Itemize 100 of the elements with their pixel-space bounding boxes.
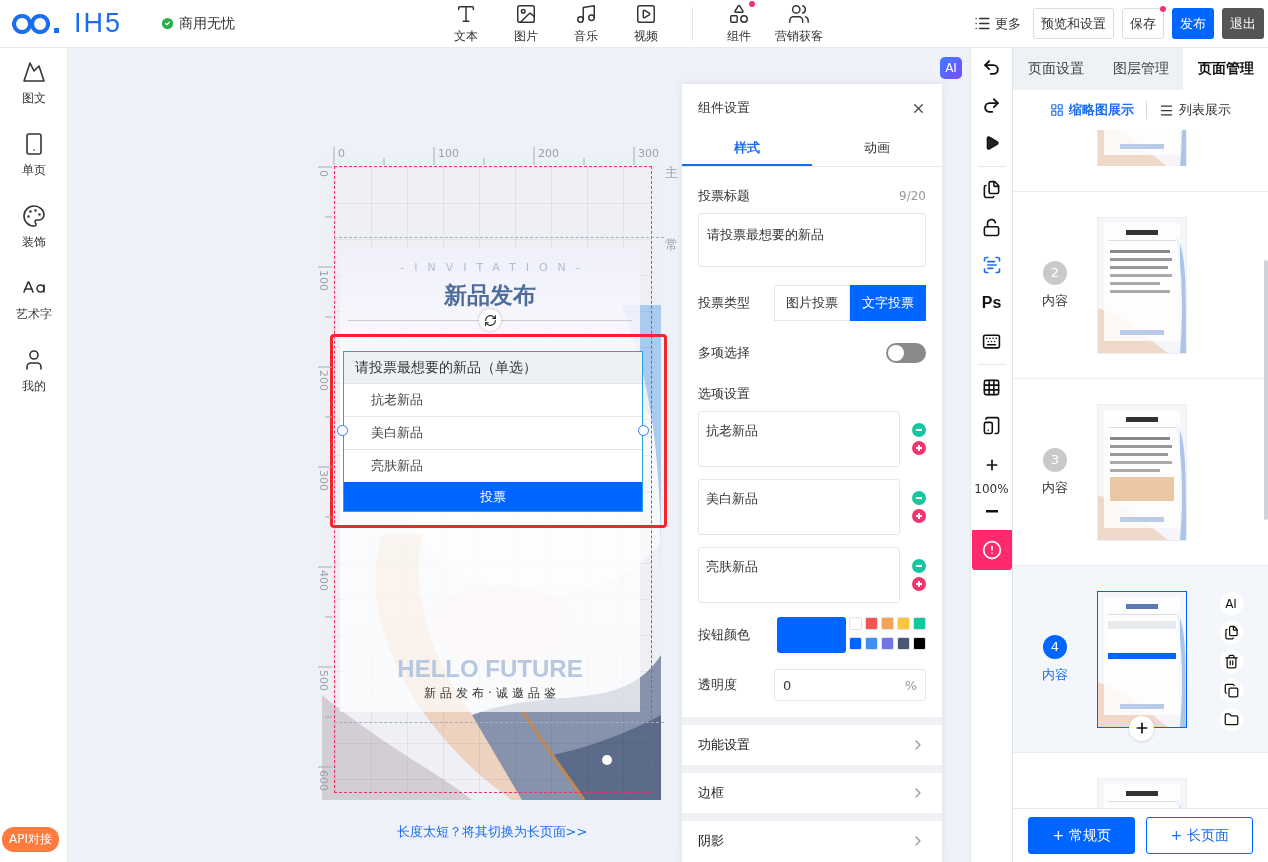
ps-button[interactable]: Ps (970, 284, 1013, 322)
scan-icon (981, 255, 1002, 275)
color-swatch[interactable] (897, 617, 910, 630)
ruler-label: 500 (318, 670, 329, 691)
remove-option-icon[interactable] (912, 423, 926, 437)
add-page-button[interactable]: + 常规页 (1028, 817, 1135, 854)
toolbar-tool[interactable]: 文本 (436, 2, 496, 45)
panel-tab[interactable]: 页面设置 (1013, 48, 1098, 90)
eyebrow-text: -INVITATION- (399, 261, 590, 274)
add-page-button[interactable]: + 长页面 (1146, 817, 1253, 854)
option-field[interactable]: 亮肤新品 (698, 547, 900, 603)
vote-button[interactable]: 投票 (344, 482, 642, 511)
sidebar-item[interactable]: 装饰 (21, 204, 46, 276)
copy-button[interactable] (1219, 621, 1243, 644)
vote-question: 请投票最想要的新品（单选） (344, 352, 642, 383)
field-label: 投票标题 (698, 187, 750, 205)
color-swatch[interactable] (913, 617, 926, 630)
vote-type-option[interactable]: 文字投票 (850, 285, 926, 321)
header-button[interactable]: 发布 (1172, 8, 1214, 39)
ruler-label: 300 (318, 470, 329, 491)
multi-select-toggle[interactable] (886, 343, 926, 363)
ruler-label: 300 (638, 148, 659, 159)
sidebar-item[interactable]: 图文 (21, 60, 46, 132)
ai-button[interactable]: AI (940, 57, 962, 79)
palette-icon (21, 204, 46, 228)
toolbar-tool[interactable]: 营销获客 (769, 2, 829, 45)
color-swatch[interactable] (881, 637, 894, 650)
add-option-icon[interactable] (912, 577, 926, 591)
color-swatch[interactable] (881, 617, 894, 630)
panel-tab[interactable]: 图层管理 (1098, 48, 1183, 90)
resize-handle[interactable] (337, 425, 348, 436)
alert-button[interactable] (971, 530, 1012, 570)
header-button[interactable]: 保存 (1122, 8, 1164, 39)
add-option-icon[interactable] (912, 441, 926, 455)
toolbar-tool[interactable]: 视频 (616, 2, 676, 45)
view-toggle[interactable]: 列表展示 (1159, 101, 1231, 119)
tablet-icon (982, 415, 1001, 435)
ruler-label: 0 (338, 148, 345, 159)
trash-icon (1223, 654, 1239, 669)
panel-tab[interactable]: 页面管理 (1183, 48, 1268, 90)
sidebar-item[interactable]: 我的 (21, 348, 46, 420)
undo-icon (982, 57, 1001, 77)
page-number: 4 (1043, 634, 1067, 659)
color-swatch[interactable] (913, 637, 926, 650)
color-swatch[interactable] (865, 617, 878, 630)
color-swatch[interactable] (849, 617, 862, 630)
minus-icon (985, 509, 998, 513)
duplicate-button[interactable] (1219, 679, 1243, 702)
alert-icon (981, 540, 1002, 560)
color-swatch[interactable] (849, 637, 862, 650)
option-field[interactable]: 抗老新品 (698, 411, 900, 467)
grid-icon (1050, 103, 1064, 117)
vote-type-option[interactable]: 图片投票 (774, 285, 850, 321)
field-label: 选项设置 (698, 385, 751, 403)
ruler-label: 400 (318, 570, 329, 591)
field-label: 投票类型 (698, 294, 750, 312)
view-toggle[interactable]: 缩略图展示 (1050, 101, 1134, 119)
rotate-handle[interactable] (479, 309, 501, 331)
pages-icon (982, 179, 1001, 199)
vote-widget[interactable]: 请投票最想要的新品（单选） 抗老新品 美白新品 亮肤新品 投票 (343, 351, 643, 512)
redo-icon (982, 95, 1001, 115)
collapsed-section[interactable]: 功能设置 (682, 717, 942, 765)
zoom-level: 100% (974, 482, 1009, 496)
add-option-icon[interactable] (912, 509, 926, 523)
title-field[interactable]: 请投票最想要的新品 (698, 213, 926, 267)
sidebar-item[interactable]: 单页 (21, 132, 46, 204)
header-button[interactable]: 退出 (1222, 8, 1264, 39)
grid-icon (982, 377, 1001, 397)
panel-tab[interactable]: 动画 (812, 132, 942, 166)
header-button[interactable]: 预览和设置 (1033, 8, 1114, 39)
folder-button[interactable] (1219, 708, 1243, 731)
ai-button[interactable]: AI (1219, 592, 1243, 615)
mountain-icon (21, 60, 46, 84)
delete-button[interactable] (1219, 650, 1243, 673)
toolbar-tool[interactable]: 音乐 (556, 2, 616, 45)
remove-option-icon[interactable] (912, 491, 926, 505)
panel-tab[interactable]: 样式 (682, 132, 812, 166)
vote-option[interactable]: 抗老新品 (344, 383, 642, 416)
color-swatch[interactable] (865, 637, 878, 650)
collapsed-section[interactable]: 边框 (682, 765, 942, 813)
more-menu[interactable]: 更多 (974, 14, 1021, 33)
folder-icon (1223, 712, 1239, 727)
sidebar-item[interactable]: 艺术字 (15, 276, 52, 348)
scrollbar[interactable] (1264, 260, 1268, 520)
panel-title: 组件设置 (698, 99, 750, 117)
keyboard-icon (982, 331, 1001, 351)
field-label: 透明度 (698, 676, 737, 694)
char-count: 9/20 (899, 189, 926, 203)
resize-handle[interactable] (638, 425, 649, 436)
switch-page-link[interactable]: 长度太短？将其切换为长页面>> (314, 823, 664, 841)
color-preview[interactable] (777, 617, 846, 653)
guide-label: 常 (665, 236, 678, 254)
opacity-field[interactable]: 0 % (774, 669, 926, 701)
remove-option-icon[interactable] (912, 559, 926, 573)
toolbar-tool[interactable]: 图片 (496, 2, 556, 45)
ruler-label: 100 (438, 148, 459, 159)
toolbar-tool[interactable]: 组件 (709, 2, 769, 45)
collapsed-section[interactable]: 阴影 (682, 813, 942, 861)
color-swatch[interactable] (897, 637, 910, 650)
option-field[interactable]: 美白新品 (698, 479, 900, 535)
